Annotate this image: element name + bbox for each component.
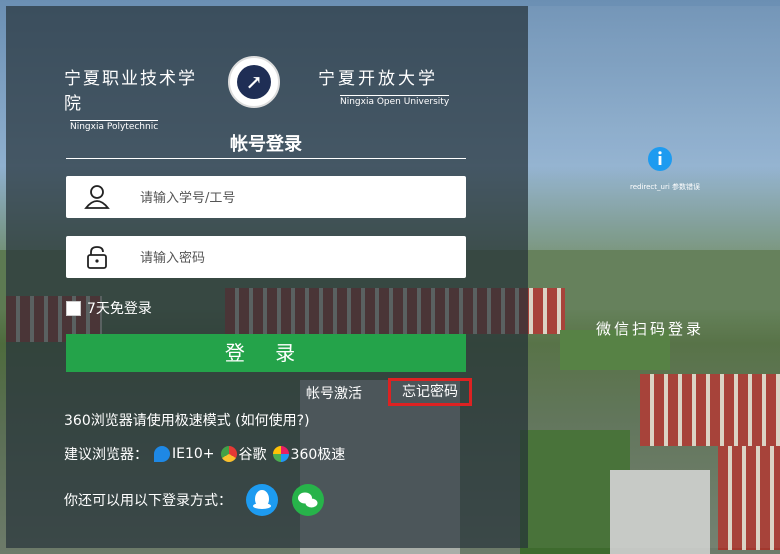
remember-label: 7天免登录 — [87, 301, 152, 317]
open-university-name-cn: 宁夏开放大学 — [318, 69, 438, 89]
info-icon — [648, 147, 672, 171]
wechat-login-icon[interactable] — [292, 484, 324, 516]
open-university-name-en: Ningxia Open University — [340, 95, 450, 107]
qq-login-icon[interactable] — [246, 484, 278, 516]
university-seal-icon: ↗ — [228, 56, 280, 108]
browser-tip[interactable]: 360浏览器请使用极速模式 (如何使用?) — [64, 410, 310, 430]
qr-panel — [528, 6, 780, 548]
360-label: 360极速 — [290, 447, 346, 463]
remember-checkbox[interactable] — [66, 300, 81, 316]
page-frame: 宁夏职业技术学院 Ningxia Polytechnic ↗ 宁夏开放大学 Ni… — [0, 0, 780, 554]
remember-me[interactable]: 7天免登录 — [66, 298, 152, 318]
chrome-icon — [220, 446, 237, 462]
account-links: 帐号激活 — [306, 383, 368, 403]
activate-account-link[interactable]: 帐号激活 — [306, 386, 362, 402]
polytechnic-logo: 宁夏职业技术学院 Ningxia Polytechnic — [64, 64, 214, 133]
password-field — [66, 236, 466, 278]
open-university-logo: 宁夏开放大学 Ningxia Open University — [318, 64, 468, 108]
chrome-browser: 谷歌 — [220, 444, 267, 464]
lock-icon — [87, 246, 107, 269]
ie-browser: IE10+ — [154, 446, 215, 462]
username-input[interactable] — [138, 184, 452, 212]
wechat-scan-label: 微信扫码登录 — [596, 320, 705, 338]
polytechnic-name-cn: 宁夏职业技术学院 — [64, 69, 197, 114]
360-browser-icon — [272, 446, 289, 462]
forgot-password-link[interactable]: 忘记密码 — [388, 378, 472, 406]
ie-icon — [154, 446, 170, 462]
other-login-label: 你还可以用以下登录方式： — [64, 493, 232, 509]
title-divider — [66, 158, 466, 159]
ie-label: IE10+ — [172, 446, 215, 462]
login-button[interactable]: 登 录 — [66, 334, 466, 372]
password-input[interactable] — [138, 244, 452, 272]
user-icon — [84, 185, 110, 209]
username-field — [66, 176, 466, 218]
chrome-label: 谷歌 — [238, 447, 267, 463]
360-browser: 360极速 — [272, 444, 346, 464]
page-title: 帐号登录 — [230, 134, 302, 155]
recommended-browsers: 建议浏览器： IE10+ 谷歌 360极速 — [64, 444, 345, 464]
browsers-label: 建议浏览器： — [64, 447, 148, 463]
qr-error-note: redirect_uri 参数错误 — [629, 183, 701, 191]
other-login-methods: 你还可以用以下登录方式： — [64, 484, 324, 516]
